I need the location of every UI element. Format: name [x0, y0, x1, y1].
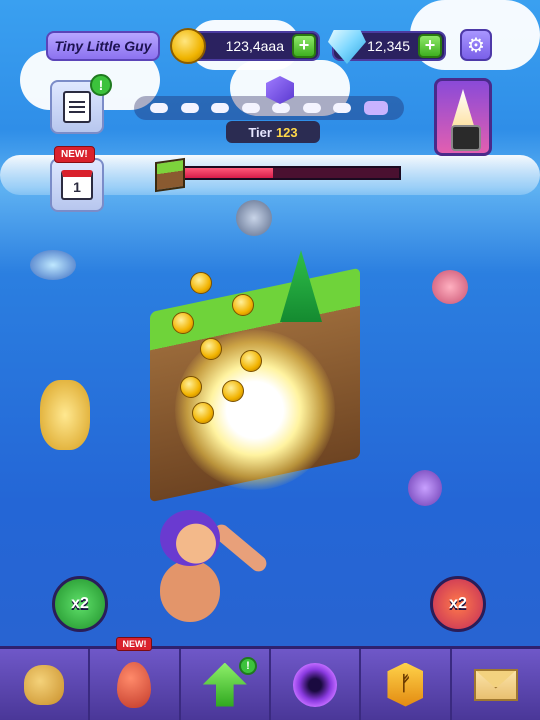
add-coins-button[interactable]: +	[292, 34, 316, 58]
flying-creature[interactable]	[40, 380, 90, 450]
character-ear	[210, 521, 270, 575]
coin-particle	[192, 402, 214, 424]
flying-creature[interactable]	[236, 200, 272, 236]
grass-block-icon	[155, 157, 185, 193]
nav-upgrade-button[interactable]: !	[181, 649, 271, 720]
character-body	[160, 560, 220, 622]
player-name-button[interactable]: Tiny Little Guy	[46, 31, 160, 61]
quests-button[interactable]: !	[50, 74, 112, 134]
rune-icon: ᚠ	[387, 662, 424, 707]
tier-dot	[272, 103, 291, 113]
portal-icon	[293, 662, 338, 707]
tier-indicator: Tier 123	[226, 121, 320, 143]
nav-egg-button[interactable]: NEW!	[90, 637, 181, 720]
player-character	[120, 510, 270, 640]
tier-dot-current	[363, 101, 388, 115]
add-gems-button[interactable]: +	[418, 34, 442, 58]
tier-dot	[302, 103, 321, 113]
tier-dot	[211, 103, 230, 113]
clipboard-icon	[63, 91, 91, 123]
rune-glyph: ᚠ	[399, 673, 412, 695]
health-bar-track	[183, 166, 401, 180]
quests-alert-badge: !	[90, 74, 112, 96]
coin-boost-button[interactable]: x2	[52, 576, 108, 632]
upgrade-alert-badge: !	[238, 657, 257, 675]
egg-icon	[117, 661, 152, 708]
damage-boost-label: x2	[449, 595, 467, 612]
calendar-day: 1	[73, 179, 81, 195]
gold-coin-icon	[170, 28, 206, 64]
nav-mail-button[interactable]	[452, 649, 540, 720]
gear-icon: ⚙	[467, 34, 485, 57]
tier-progress-track	[134, 96, 404, 120]
coin-particle	[240, 350, 262, 372]
tier-dot	[180, 103, 199, 113]
flying-creature[interactable]	[408, 470, 442, 506]
coin-particle	[190, 272, 212, 294]
character-head	[160, 510, 220, 566]
coin-particle	[200, 338, 222, 360]
tier-dot	[241, 103, 260, 113]
new-badge: NEW!	[116, 637, 153, 651]
gems-counter: 12,345 +	[328, 30, 446, 64]
coin-boost-label: x2	[71, 595, 89, 612]
island-select-button[interactable]	[434, 78, 492, 156]
settings-button[interactable]: ⚙	[460, 29, 492, 61]
tier-dot	[150, 103, 169, 113]
coin-bag-icon	[24, 664, 65, 705]
coin-particle	[180, 376, 202, 398]
coins-counter: 123,4aaa +	[170, 28, 320, 64]
tier-label: Tier	[248, 124, 272, 140]
diamond-icon	[328, 30, 366, 64]
tier-dot	[333, 103, 352, 113]
nav-rune-button[interactable]: ᚠ	[361, 649, 452, 720]
nav-bag-button[interactable]	[0, 649, 91, 720]
flying-creature[interactable]	[30, 250, 76, 280]
bottom-nav: NEW! ! ᚠ	[0, 637, 540, 720]
flying-creature[interactable]	[432, 270, 468, 304]
calendar-check-icon: 1	[61, 170, 93, 200]
damage-boost-button[interactable]: x2	[430, 576, 486, 632]
tier-number: 123	[275, 124, 298, 140]
island-health-bar	[155, 157, 403, 193]
mail-icon	[473, 668, 518, 701]
coin-particle	[222, 380, 244, 402]
daily-rewards-button[interactable]: NEW! 1	[50, 146, 104, 212]
nav-portal-button[interactable]	[271, 649, 362, 720]
gems-value: 12,345	[367, 38, 410, 54]
player-name: Tiny Little Guy	[54, 38, 152, 54]
coin-particle	[172, 312, 194, 334]
health-bar-fill	[185, 168, 273, 178]
new-badge: NEW!	[54, 146, 95, 163]
coins-value: 123,4aaa	[225, 38, 284, 54]
coin-particle	[232, 294, 254, 316]
